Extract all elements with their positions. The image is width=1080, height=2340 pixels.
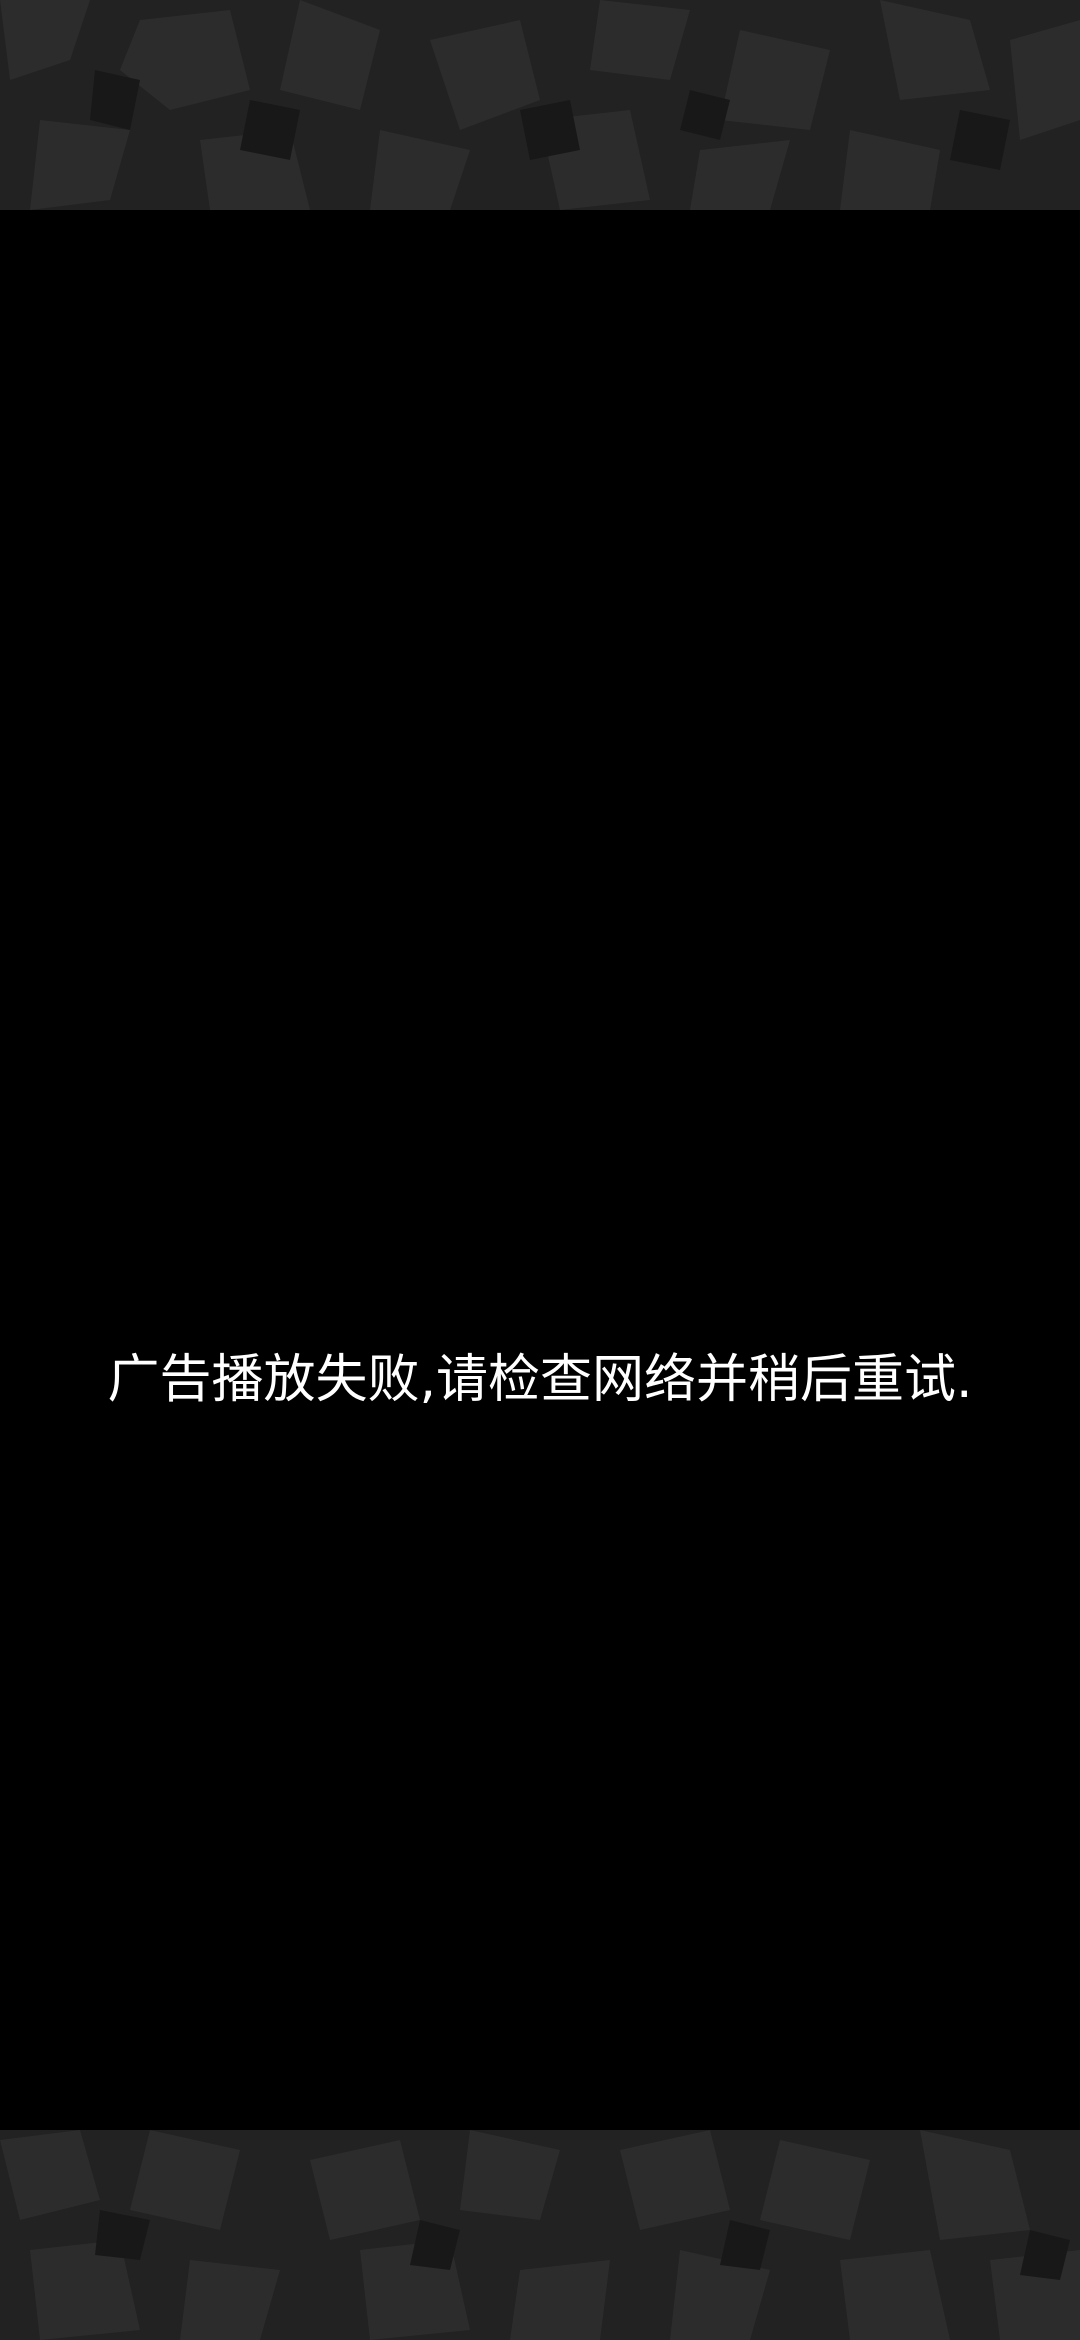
ad-error-message: 广告播放失败,请检查网络并稍后重试.: [107, 1350, 973, 1410]
stone-texture-bottom-backdrop: [0, 2130, 1080, 2340]
ad-screen: 广告播放失败,请检查网络并稍后重试.: [0, 0, 1080, 2340]
stone-texture-top-backdrop: [0, 0, 1080, 210]
ad-player-panel: 广告播放失败,请检查网络并稍后重试.: [0, 210, 1080, 2130]
